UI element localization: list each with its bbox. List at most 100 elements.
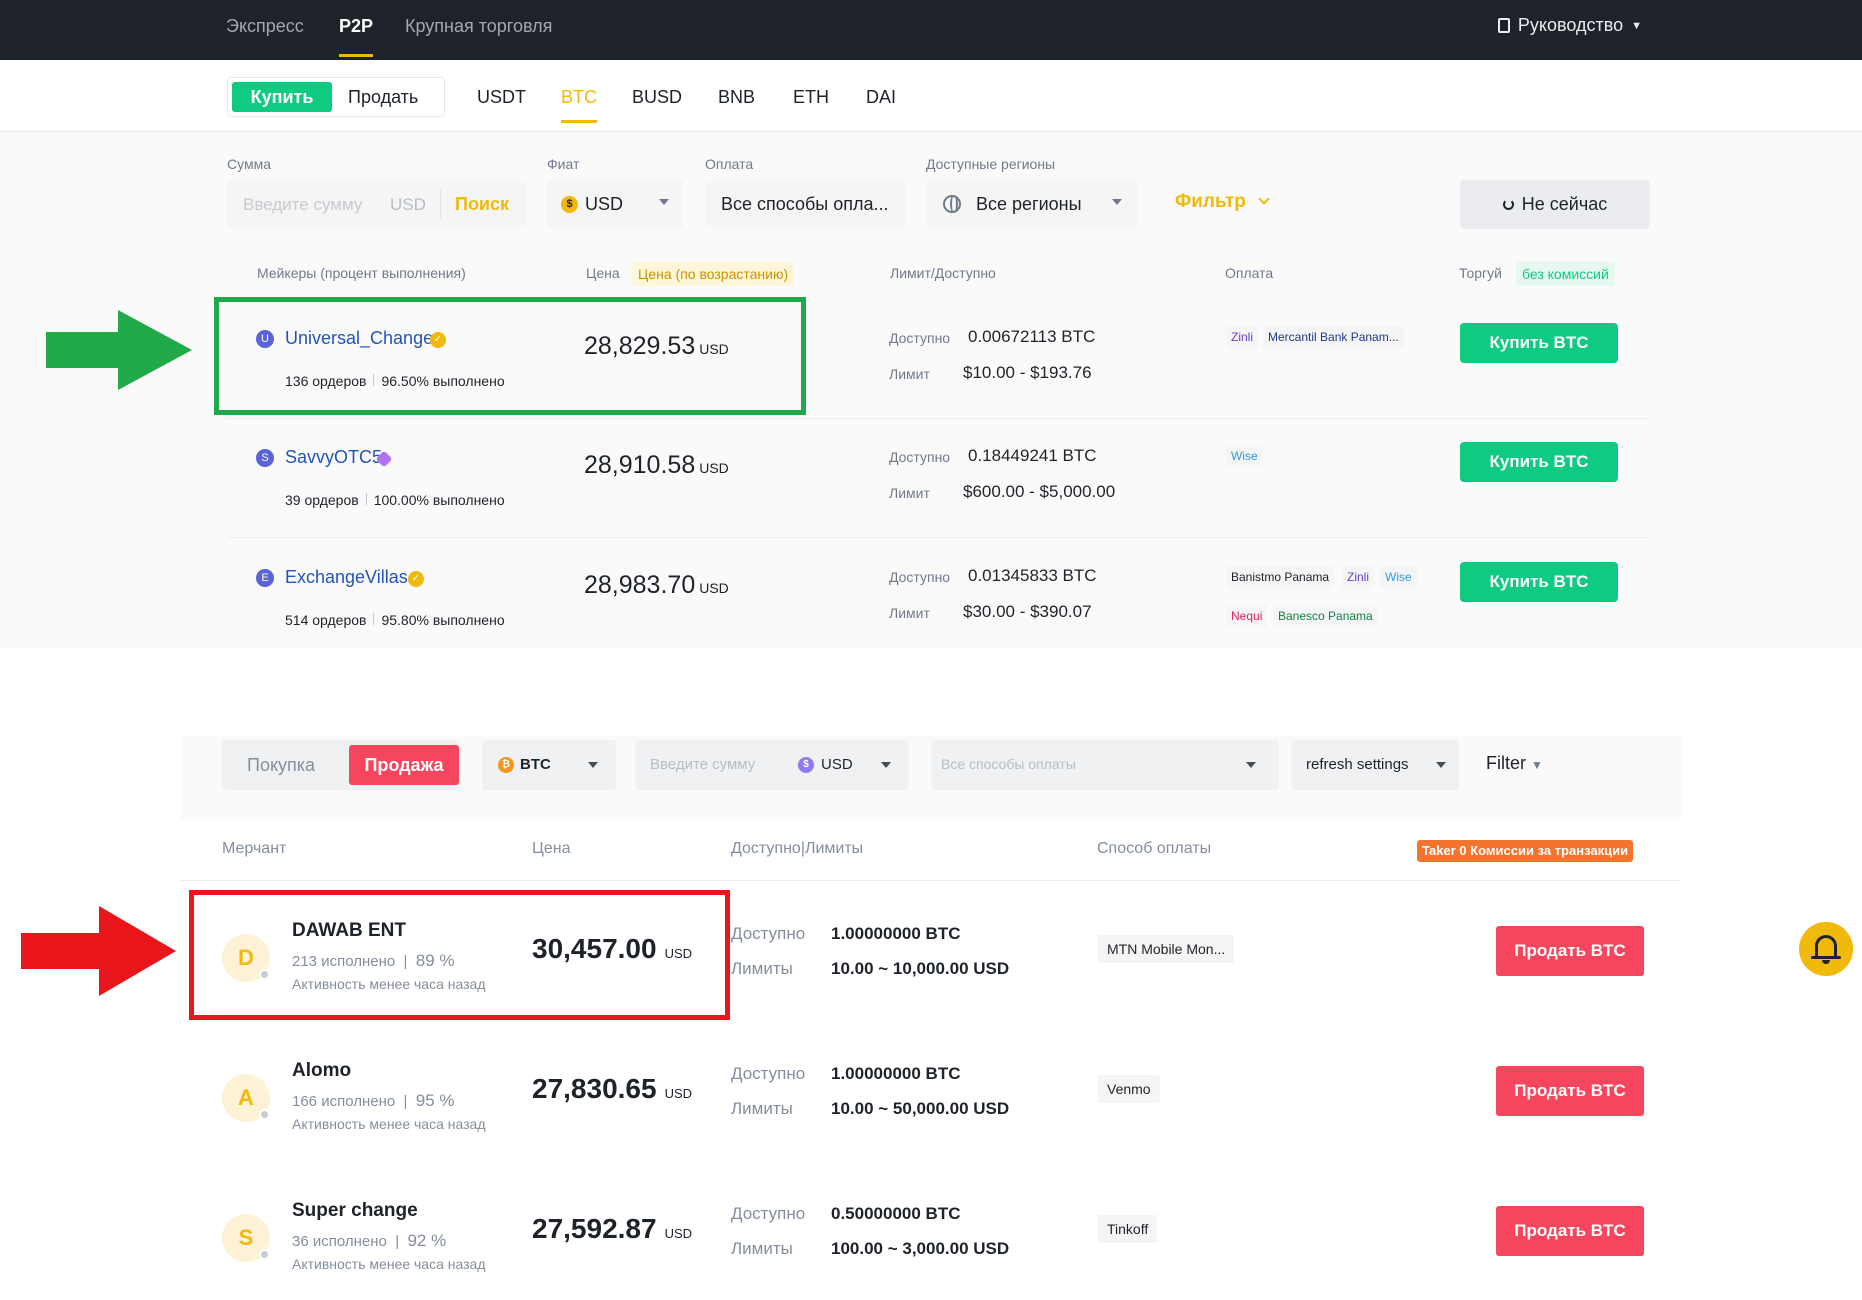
- divider: [373, 613, 375, 625]
- amount-input[interactable]: Введите сумму USD Поиск: [227, 180, 527, 228]
- refresh-icon: [1502, 199, 1514, 210]
- available-label: Доступно: [731, 1204, 806, 1223]
- filter-button[interactable]: Filter ▼: [1486, 753, 1543, 774]
- payment-method-tag: Zinli: [1226, 326, 1259, 348]
- coin-select[interactable]: ₿ BTC: [482, 740, 616, 790]
- payment-method-tag: Zinli: [1342, 566, 1375, 588]
- payment-select[interactable]: Все способы опла...: [705, 180, 905, 228]
- fiat-value: USD: [585, 194, 624, 214]
- nav-block-trade[interactable]: Крупная торговля: [405, 16, 552, 37]
- not-now-button[interactable]: Не сейчас: [1460, 180, 1650, 229]
- fiat-select[interactable]: $ USD: [547, 180, 683, 228]
- completion-rate: 95 %: [415, 1091, 455, 1110]
- guide-menu[interactable]: Руководство ▼: [1497, 15, 1642, 36]
- filter-label: Фильтр: [1175, 191, 1246, 212]
- payment-method-tag: Wise: [1380, 566, 1417, 588]
- activity-status: Активность менее часа назад: [292, 1256, 486, 1272]
- trade-tabs-bar: Купить Продать USDT BTC BUSD BNB ETH DAI: [0, 60, 1862, 132]
- limits-value: 10.00 ~ 10,000.00 USD: [831, 959, 1010, 978]
- price: 28,983.70 USD: [584, 571, 729, 600]
- tab-btc[interactable]: BTC: [561, 87, 597, 123]
- limits-label: Лимиты: [731, 1239, 793, 1258]
- caret-down-icon: [1436, 762, 1446, 768]
- sell-btc-button[interactable]: Продать BTC: [1496, 1206, 1644, 1256]
- top-nav-bar: Экспресс P2P Крупная торговля Руководств…: [0, 0, 1862, 60]
- refresh-settings-select[interactable]: refresh settings: [1291, 740, 1459, 790]
- sell-btc-button[interactable]: Продать BTC: [1496, 1066, 1644, 1116]
- header-price: Цена: [586, 265, 620, 281]
- bell-icon-rim: [1811, 956, 1841, 959]
- refresh-settings-value: refresh settings: [1306, 756, 1409, 773]
- buy-sell-toggle: Купить Продать: [227, 77, 445, 117]
- notification-bell-button[interactable]: [1799, 922, 1853, 976]
- caret-down-icon: [588, 762, 598, 768]
- tab-eth[interactable]: ETH: [793, 87, 829, 108]
- buy-btc-button[interactable]: Купить BTC: [1460, 442, 1618, 482]
- divider: [365, 493, 367, 505]
- regions-select[interactable]: Все регионы: [926, 180, 1138, 228]
- completion-rate: 95.80% выполнено: [381, 612, 505, 628]
- buy-tab[interactable]: Купить: [232, 82, 332, 112]
- caret-down-icon: [881, 762, 891, 768]
- maker-stats: 39 ордеров 100.00% выполнено: [285, 492, 505, 508]
- payment-select[interactable]: Все способы оплаты: [931, 740, 1279, 790]
- sell-btc-button[interactable]: Продать BTC: [1496, 926, 1644, 976]
- maker-stats: 514 ордеров 95.80% выполнено: [285, 612, 505, 628]
- buy-btc-button[interactable]: Купить BTC: [1460, 562, 1618, 602]
- price-currency: USD: [664, 1226, 693, 1241]
- header-limit: Лимит/Доступно: [890, 265, 996, 281]
- payment-method-tag: Mercantil Bank Panam...: [1263, 326, 1404, 348]
- maker-avatar: E: [256, 569, 274, 587]
- price-value: 28,983.70: [584, 571, 696, 599]
- header-payment: Способ оплаты: [1097, 840, 1212, 857]
- fiat-value: USD: [821, 756, 853, 773]
- payment-method-tag: Banistmo Panama: [1226, 566, 1335, 588]
- nav-express[interactable]: Экспресс: [226, 16, 304, 37]
- available-label: Доступно: [731, 1064, 806, 1083]
- limit-value: $600.00 - $5,000.00: [963, 482, 1116, 501]
- maker-name-link[interactable]: SavvyOTC5: [285, 447, 382, 468]
- price: 28,910.58 USD: [584, 451, 729, 480]
- search-button[interactable]: Поиск: [455, 194, 509, 215]
- amount-currency: USD: [390, 195, 426, 214]
- available-label: Доступно: [731, 924, 806, 943]
- available-label: Доступно: [889, 569, 951, 585]
- available-label: Доступно: [889, 449, 951, 465]
- tab-bnb[interactable]: BNB: [718, 87, 755, 108]
- sell-tab[interactable]: Продать: [348, 82, 418, 112]
- orders-count: 166 исполнено: [292, 1093, 396, 1110]
- nav-p2p[interactable]: P2P: [339, 16, 374, 57]
- payment-method-tag: Tinkoff: [1098, 1215, 1158, 1243]
- maker-name-link[interactable]: ExchangeVillas: [285, 567, 408, 588]
- buy-tab[interactable]: Покупка: [247, 755, 315, 776]
- row-divider: [227, 418, 1650, 419]
- tab-dai[interactable]: DAI: [866, 87, 896, 108]
- header-price-sort[interactable]: Цена (по возрастанию): [632, 262, 795, 286]
- filter-button[interactable]: Фильтр: [1175, 191, 1270, 213]
- not-now-label: Не сейчас: [1521, 194, 1608, 214]
- header-price: Цена: [532, 840, 571, 857]
- limits-label: Лимиты: [731, 959, 793, 978]
- activity-status: Активность менее часа назад: [292, 1116, 486, 1132]
- limit-label: Лимит: [889, 605, 930, 621]
- buy-sell-toggle: Покупка Продажа: [222, 740, 460, 790]
- tab-usdt[interactable]: USDT: [477, 87, 526, 108]
- merchant-name-link[interactable]: Super change: [292, 1200, 418, 1222]
- tab-busd[interactable]: BUSD: [632, 87, 682, 108]
- guide-label: Руководство: [1517, 15, 1624, 35]
- amount-input[interactable]: Введите сумму $ USD: [635, 740, 909, 790]
- payment-method-tag: Wise: [1226, 445, 1263, 467]
- payment-placeholder: Все способы оплаты: [941, 756, 1076, 772]
- buy-btc-button[interactable]: Купить BTC: [1460, 323, 1618, 363]
- limits-value: 10.00 ~ 50,000.00 USD: [831, 1099, 1010, 1118]
- price-currency: USD: [699, 580, 729, 596]
- bottom-filter-bar: Покупка Продажа ₿ BTC Введите сумму $ US…: [181, 736, 1681, 820]
- merchant-name-link[interactable]: Alomo: [292, 1060, 351, 1082]
- dollar-coin-icon: $: [798, 757, 814, 773]
- globe-icon: [943, 195, 961, 213]
- limit-value: $10.00 - $193.76: [963, 363, 1092, 382]
- highlight-box-green: [214, 297, 806, 415]
- sell-tab[interactable]: Продажа: [349, 745, 459, 785]
- price: 27,592.87 USD: [532, 1213, 692, 1245]
- verified-badge-icon: ✓: [408, 571, 424, 587]
